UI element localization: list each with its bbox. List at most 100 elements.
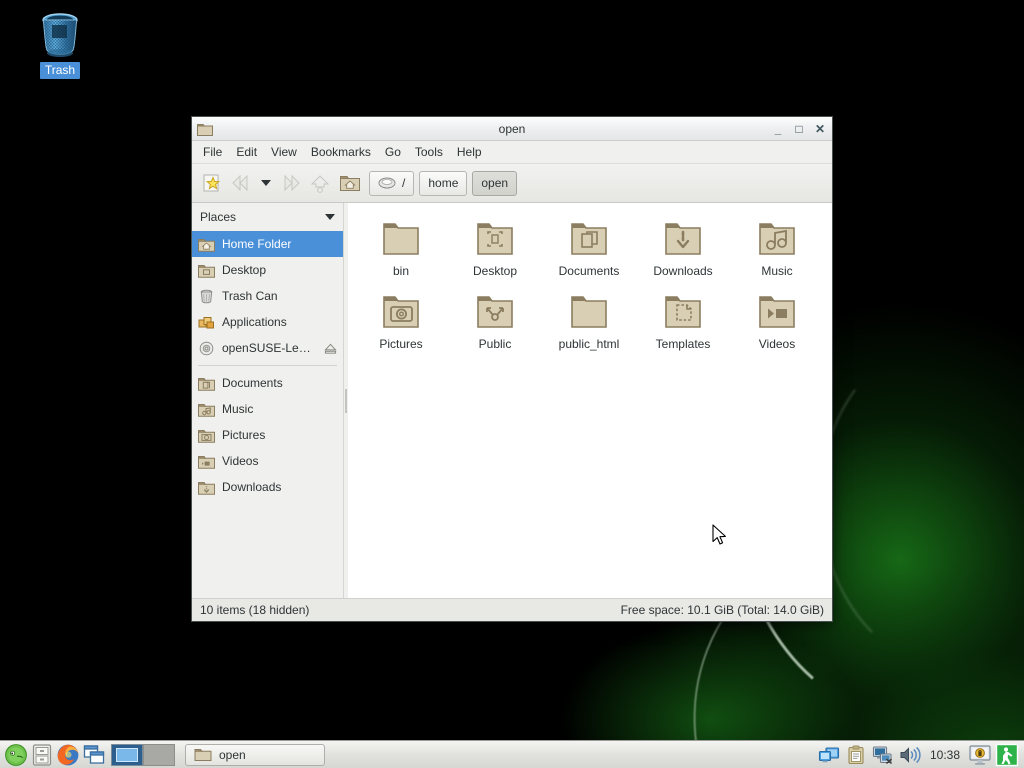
file-item-label: Pictures	[379, 337, 422, 351]
file-item-label: Videos	[759, 337, 795, 351]
path-button-open[interactable]: open	[472, 171, 517, 196]
file-item-label: Documents	[559, 264, 620, 278]
volume-icon	[899, 745, 921, 765]
opensuse-menu-button[interactable]	[3, 742, 29, 768]
documents-folder-icon	[198, 376, 215, 391]
path-button-home[interactable]: home	[419, 171, 467, 196]
lock-screen-button[interactable]	[968, 743, 992, 767]
file-item-videos[interactable]: Videos	[730, 286, 824, 351]
downloads-folder-icon	[659, 217, 707, 261]
sidebar-item-music[interactable]: Music	[192, 396, 343, 422]
show-desktop-button[interactable]	[81, 742, 107, 768]
status-item-count: 10 items (18 hidden)	[200, 603, 309, 617]
bookmark-star-button[interactable]	[198, 169, 226, 197]
file-manager-button[interactable]	[29, 742, 55, 768]
sidebar-item-desktop[interactable]: Desktop	[192, 257, 343, 283]
path-button-root[interactable]: /	[369, 171, 414, 196]
sidebar-item-videos[interactable]: Videos	[192, 448, 343, 474]
logout-button[interactable]	[995, 743, 1019, 767]
workspace-switcher[interactable]	[111, 744, 175, 766]
sidebar-item-documents[interactable]: Documents	[192, 370, 343, 396]
workspace-2[interactable]	[143, 744, 175, 766]
file-item-templates[interactable]: Templates	[636, 286, 730, 351]
volume-button[interactable]	[898, 743, 922, 767]
task-button-open[interactable]: open	[185, 744, 325, 766]
remote-desktop-button[interactable]	[871, 743, 895, 767]
file-item-public-html[interactable]: public_html	[542, 286, 636, 351]
folder-icon	[194, 747, 212, 762]
applications-icon	[198, 315, 215, 330]
chevron-down-icon	[261, 180, 271, 186]
sidebar-separator	[198, 365, 337, 366]
sidebar-item-label: Downloads	[222, 480, 337, 494]
places-sidebar[interactable]: Places Home Folder Desktop	[192, 203, 344, 598]
window-titlebar[interactable]: open _ □ ✕	[192, 117, 832, 141]
remote-desktop-icon	[872, 745, 894, 765]
menu-help[interactable]: Help	[450, 142, 489, 162]
file-item-label: Templates	[656, 337, 711, 351]
menubar[interactable]: File Edit View Bookmarks Go Tools Help	[192, 141, 832, 164]
sidebar-item-label: openSUSE-Le…	[222, 341, 317, 355]
desktop-icon-trash[interactable]: Trash	[32, 8, 88, 79]
file-item-public[interactable]: Public	[448, 286, 542, 351]
sidebar-item-opensuse-media[interactable]: openSUSE-Le…	[192, 335, 343, 361]
drive-icon	[378, 176, 400, 190]
file-item-downloads[interactable]: Downloads	[636, 213, 730, 278]
network-monitor-button[interactable]	[817, 743, 841, 767]
path-button-root-label: /	[402, 176, 405, 190]
file-list-pane[interactable]: bin Desktop	[348, 203, 832, 598]
window-title: open	[192, 117, 832, 141]
history-dropdown-button[interactable]	[258, 169, 274, 197]
sidebar-item-applications[interactable]: Applications	[192, 309, 343, 335]
bookmark-star-icon	[201, 172, 223, 194]
sidebar-item-downloads[interactable]: Downloads	[192, 474, 343, 500]
system-tray[interactable]: 10:38	[817, 743, 1021, 767]
file-item-label: Desktop	[473, 264, 517, 278]
pictures-folder-icon	[377, 290, 425, 334]
places-header[interactable]: Places	[192, 203, 343, 231]
home-button[interactable]	[336, 169, 364, 197]
eject-icon[interactable]	[324, 342, 337, 355]
file-manager-window[interactable]: open _ □ ✕ File Edit View Bookmarks Go T…	[191, 116, 833, 622]
file-item-pictures[interactable]: Pictures	[354, 286, 448, 351]
sidebar-item-home-folder[interactable]: Home Folder	[192, 231, 343, 257]
clipboard-button[interactable]	[844, 743, 868, 767]
documents-folder-icon	[565, 217, 613, 261]
menu-file[interactable]: File	[196, 142, 229, 162]
menu-bookmarks[interactable]: Bookmarks	[304, 142, 378, 162]
clock[interactable]: 10:38	[925, 748, 965, 762]
file-grid: bin Desktop	[354, 213, 826, 359]
minimize-button[interactable]: _	[772, 123, 784, 135]
workspace-1[interactable]	[111, 744, 143, 766]
file-item-documents[interactable]: Documents	[542, 213, 636, 278]
maximize-button[interactable]: □	[793, 123, 805, 135]
lock-screen-icon	[968, 744, 992, 766]
toolbar[interactable]: / home open	[192, 164, 832, 203]
menu-edit[interactable]: Edit	[229, 142, 264, 162]
menu-tools[interactable]: Tools	[408, 142, 450, 162]
window-controls[interactable]: _ □ ✕	[772, 123, 832, 135]
statusbar: 10 items (18 hidden) Free space: 10.1 Gi…	[192, 598, 832, 621]
menu-go[interactable]: Go	[378, 142, 408, 162]
back-arrow-icon	[231, 173, 253, 193]
menu-view[interactable]: View	[264, 142, 304, 162]
back-button[interactable]	[228, 169, 256, 197]
forward-button[interactable]	[276, 169, 304, 197]
firefox-button[interactable]	[55, 742, 81, 768]
up-arrow-icon	[309, 172, 331, 194]
file-item-bin[interactable]: bin	[354, 213, 448, 278]
sidebar-item-label: Home Folder	[222, 237, 337, 251]
task-list[interactable]: open	[185, 744, 325, 766]
chevron-down-icon	[325, 214, 335, 220]
close-button[interactable]: ✕	[814, 123, 826, 135]
taskbar[interactable]: open	[0, 740, 1024, 768]
file-item-music[interactable]: Music	[730, 213, 824, 278]
videos-folder-icon	[753, 290, 801, 334]
sidebar-item-trash-can[interactable]: Trash Can	[192, 283, 343, 309]
file-item-desktop[interactable]: Desktop	[448, 213, 542, 278]
clipboard-icon	[846, 745, 866, 765]
places-header-label: Places	[200, 210, 325, 224]
videos-folder-icon	[198, 454, 215, 469]
sidebar-item-pictures[interactable]: Pictures	[192, 422, 343, 448]
up-button[interactable]	[306, 169, 334, 197]
